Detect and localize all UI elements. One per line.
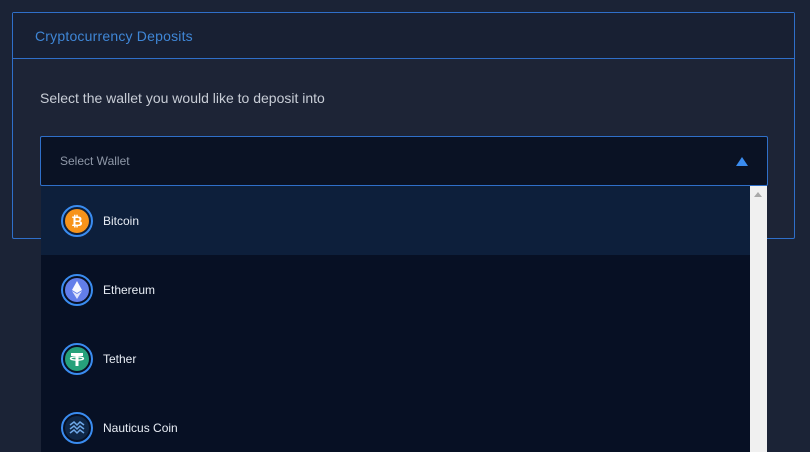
- tether-icon: [61, 342, 93, 375]
- wallet-select-placeholder: Select Wallet: [60, 154, 130, 168]
- ethereum-icon: [61, 273, 93, 306]
- wallet-option-label: Tether: [103, 351, 137, 366]
- bitcoin-icon: ₿: [61, 204, 93, 237]
- wallet-option-label: Bitcoin: [103, 213, 140, 228]
- wallet-dropdown: ₿ Bitcoin Ethereum Tether Nauticus Coin: [41, 186, 767, 452]
- wallet-prompt: Select the wallet you would like to depo…: [40, 90, 325, 106]
- wallet-option-nauticus-coin[interactable]: Nauticus Coin: [41, 393, 750, 452]
- wallet-option-label: Nauticus Coin: [103, 420, 178, 435]
- caret-up-icon[interactable]: [736, 156, 748, 166]
- wallet-option-list: ₿ Bitcoin Ethereum Tether Nauticus Coin: [41, 186, 750, 452]
- nauticus-coin-icon: [61, 411, 93, 444]
- panel-title: Cryptocurrency Deposits: [35, 27, 193, 44]
- panel-header: Cryptocurrency Deposits: [13, 13, 794, 59]
- wallet-option-tether[interactable]: Tether: [41, 324, 750, 393]
- wallet-select[interactable]: Select Wallet: [40, 136, 768, 186]
- wallet-option-bitcoin[interactable]: ₿ Bitcoin: [41, 186, 750, 255]
- svg-text:₿: ₿: [71, 214, 82, 230]
- wallet-option-ethereum[interactable]: Ethereum: [41, 255, 750, 324]
- wallet-option-label: Ethereum: [103, 282, 156, 297]
- dropdown-scrollbar[interactable]: [750, 186, 767, 452]
- scroll-up-arrow-icon[interactable]: [754, 192, 762, 197]
